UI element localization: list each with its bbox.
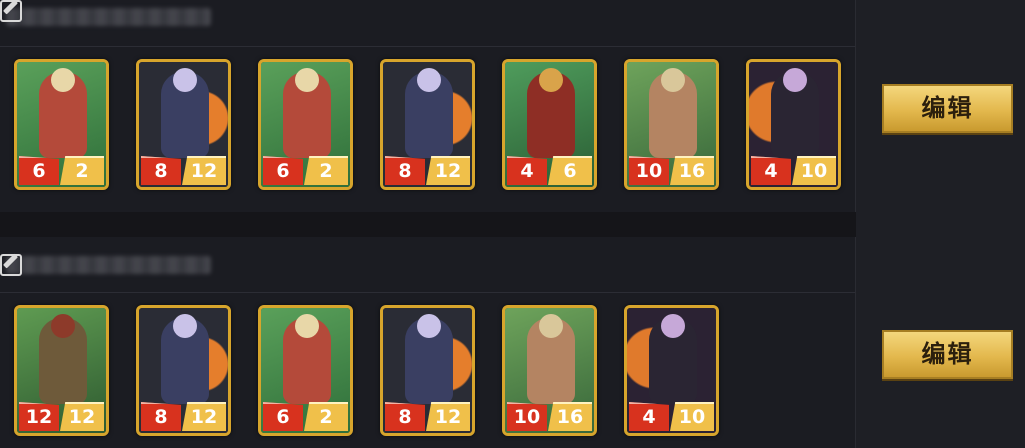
card-power-badge: 2 [304,402,348,431]
character-head [173,314,197,338]
card-cost-badge: 10 [629,156,669,185]
card-power-badge: 12 [426,402,470,431]
deck-name [6,256,211,274]
deck-header [0,237,855,293]
edit-deck-button[interactable]: 编辑 [882,84,1013,133]
card-cost-badge: 6 [263,156,303,185]
edit-deck-button[interactable]: 编辑 [882,330,1013,379]
character-head [783,68,807,92]
card-power-badge: 6 [548,156,592,185]
card-power-badge: 2 [304,156,348,185]
card-cost-badge: 10 [507,402,547,431]
card-cost-badge: 4 [629,402,669,431]
deck-card[interactable]: 4 10 [624,305,719,436]
card-power-badge: 16 [670,156,714,185]
card-power-badge: 12 [182,402,226,431]
deck-card[interactable]: 62 [258,305,353,436]
card-power-badge: 12 [426,156,470,185]
deck-header [0,0,855,47]
card-cost-badge: 4 [507,156,547,185]
deck-card[interactable]: 8 12 [380,305,475,436]
card-cost-badge: 8 [141,402,181,431]
deck-card[interactable]: 62 [14,59,109,190]
card-power-badge: 2 [60,156,104,185]
deck-card[interactable]: 10 16 [624,59,719,190]
character-head [661,68,685,92]
character-head [539,68,563,92]
character-head [51,68,75,92]
card-cost-badge: 8 [385,156,425,185]
character-head [51,314,75,338]
deck-card[interactable]: 46 [502,59,597,190]
card-power-badge: 10 [670,402,714,431]
card-power-badge: 16 [548,402,592,431]
card-cost-badge: 4 [751,156,791,185]
card-cost-badge: 12 [19,402,59,431]
deck-card[interactable]: 8 12 [136,305,231,436]
card-cost-badge: 6 [263,402,303,431]
deck-name [6,8,211,26]
character-head [295,68,319,92]
character-head [539,314,563,338]
card-cost-badge: 8 [385,402,425,431]
edit-name-icon[interactable] [0,254,22,276]
card-power-badge: 12 [182,156,226,185]
deck-card[interactable]: 8 12 [136,59,231,190]
character-head [417,68,441,92]
deck-card[interactable]: 4 10 [746,59,841,190]
edit-name-icon[interactable] [0,0,22,22]
deck-card[interactable]: 10 16 [502,305,597,436]
action-column [856,0,1025,448]
card-power-badge: 12 [60,402,104,431]
character-head [417,314,441,338]
deck-card[interactable]: 8 12 [380,59,475,190]
deck-card[interactable]: 62 [258,59,353,190]
character-head [661,314,685,338]
card-power-badge: 10 [792,156,836,185]
card-cost-badge: 8 [141,156,181,185]
character-head [295,314,319,338]
character-head [173,68,197,92]
card-cost-badge: 6 [19,156,59,185]
deck-card[interactable]: 12 12 [14,305,109,436]
